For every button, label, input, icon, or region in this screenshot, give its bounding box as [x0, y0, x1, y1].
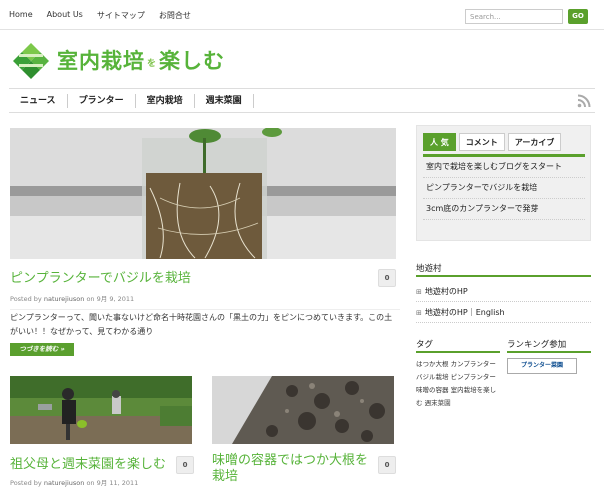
- post-thumbnail-miso[interactable]: [212, 376, 394, 444]
- top-bar: Home About Us サイトマップ お問合せ Search... GO: [0, 0, 604, 30]
- tags-widget-title: タグ: [416, 340, 434, 350]
- ranking-banner[interactable]: プランター菜園: [507, 358, 577, 374]
- post-thumbnail-garden[interactable]: [10, 376, 192, 444]
- ranking-widget-title: ランキング参加: [507, 340, 567, 350]
- chevron-right-icon: ⊞: [416, 309, 422, 317]
- site-title-particle: を: [147, 58, 158, 69]
- post-comment-count-miso[interactable]: 0: [378, 456, 396, 474]
- featured-post-image[interactable]: [10, 128, 396, 259]
- post-title-miso[interactable]: 味噌の容器ではつか大根を栽培: [212, 453, 377, 485]
- widget-underline: [416, 351, 500, 353]
- miso-container-photo: [212, 376, 394, 444]
- read-more-button[interactable]: つづきを読む »: [10, 343, 74, 356]
- tab-comments[interactable]: コメント: [458, 133, 505, 151]
- featured-post-title[interactable]: ピンプランターでバジルを栽培: [10, 267, 191, 286]
- post-author[interactable]: naturejiuson: [44, 479, 85, 487]
- chiyu-widget-title: 地遊村: [416, 264, 442, 274]
- widget-tabs: 人 気 コメント アーカイブ: [423, 133, 564, 151]
- site-title-sub: 楽しむ: [159, 49, 226, 73]
- popular-item[interactable]: ピンプランターでバジルを栽培: [423, 178, 585, 199]
- divider: [416, 322, 591, 323]
- post-meta-garden: Posted by naturejiuson on 9月 11, 2011: [10, 477, 138, 487]
- post-title-garden[interactable]: 祖父母と週末菜園を楽しむ: [10, 453, 166, 472]
- post-date: 9月 11, 2011: [96, 479, 139, 487]
- site-title-main: 室内栽培: [57, 49, 145, 73]
- nav-planter[interactable]: プランター: [68, 93, 136, 108]
- search-input[interactable]: Search...: [465, 9, 563, 24]
- popular-list: 室内で栽培を楽しむブログをスタート ピンプランターでバジルを栽培 3cm底のカン…: [423, 154, 585, 220]
- post-author[interactable]: naturejiuson: [44, 295, 85, 303]
- leaf-logo-icon: [13, 43, 49, 79]
- chiyu-link-en[interactable]: ⊞ 地遊村のHP｜English: [416, 307, 505, 318]
- chiyu-link-label: 地遊村のHP｜English: [424, 308, 505, 317]
- widget-underline: [507, 351, 591, 353]
- chevron-right-icon: ⊞: [416, 288, 422, 296]
- post-date: 9月 9, 2011: [96, 295, 135, 303]
- topnav-sitemap[interactable]: サイトマップ: [97, 10, 145, 21]
- garden-photo: [10, 376, 192, 444]
- tag-cloud[interactable]: はつか大根 カンプランター バジル栽培 ピンプランター 味噌の容器 室内栽培を楽…: [416, 358, 500, 410]
- basil-planter-photo: [10, 128, 396, 259]
- chiyu-link-label: 地遊村のHP: [424, 287, 468, 296]
- nav-news[interactable]: ニュース: [9, 93, 68, 108]
- meta-on: on: [86, 295, 95, 303]
- nav-indoor[interactable]: 室内栽培: [136, 93, 195, 108]
- featured-post-excerpt: ピンプランターって、聞いた事ないけど命名十時花園さんの「黒土の力」をピンにつめて…: [10, 309, 400, 339]
- divider: [416, 301, 591, 302]
- meta-prefix: Posted by: [10, 479, 42, 487]
- topnav-about[interactable]: About Us: [47, 10, 83, 21]
- popular-item[interactable]: 3cm底のカンプランターで発芽: [423, 199, 585, 220]
- featured-post-meta: Posted by naturejiuson on 9月 9, 2011: [10, 293, 134, 303]
- top-nav: Home About Us サイトマップ お問合せ: [9, 10, 205, 21]
- popular-widget: 人 気 コメント アーカイブ 室内で栽培を楽しむブログをスタート ピンプランター…: [416, 125, 591, 241]
- site-title: 室内栽培 を楽しむ: [57, 45, 225, 75]
- post-comment-count-garden[interactable]: 0: [176, 456, 194, 474]
- tab-popular[interactable]: 人 気: [423, 133, 456, 151]
- rss-icon[interactable]: [577, 94, 591, 108]
- topnav-home[interactable]: Home: [9, 10, 33, 21]
- nav-weekend-garden[interactable]: 週末菜園: [195, 93, 254, 108]
- meta-on: on: [86, 479, 95, 487]
- main-nav: ニュース プランター 室内栽培 週末菜園: [9, 88, 595, 113]
- meta-prefix: Posted by: [10, 295, 42, 303]
- chiyu-link-jp[interactable]: ⊞ 地遊村のHP: [416, 286, 468, 297]
- topnav-contact[interactable]: お問合せ: [159, 10, 191, 21]
- widget-underline: [416, 275, 591, 277]
- search-go-button[interactable]: GO: [568, 9, 588, 24]
- popular-item[interactable]: 室内で栽培を楽しむブログをスタート: [423, 157, 585, 178]
- site-logo[interactable]: 室内栽培 を楽しむ: [11, 40, 225, 80]
- featured-comment-count[interactable]: 0: [378, 269, 396, 287]
- tab-archive[interactable]: アーカイブ: [507, 133, 562, 151]
